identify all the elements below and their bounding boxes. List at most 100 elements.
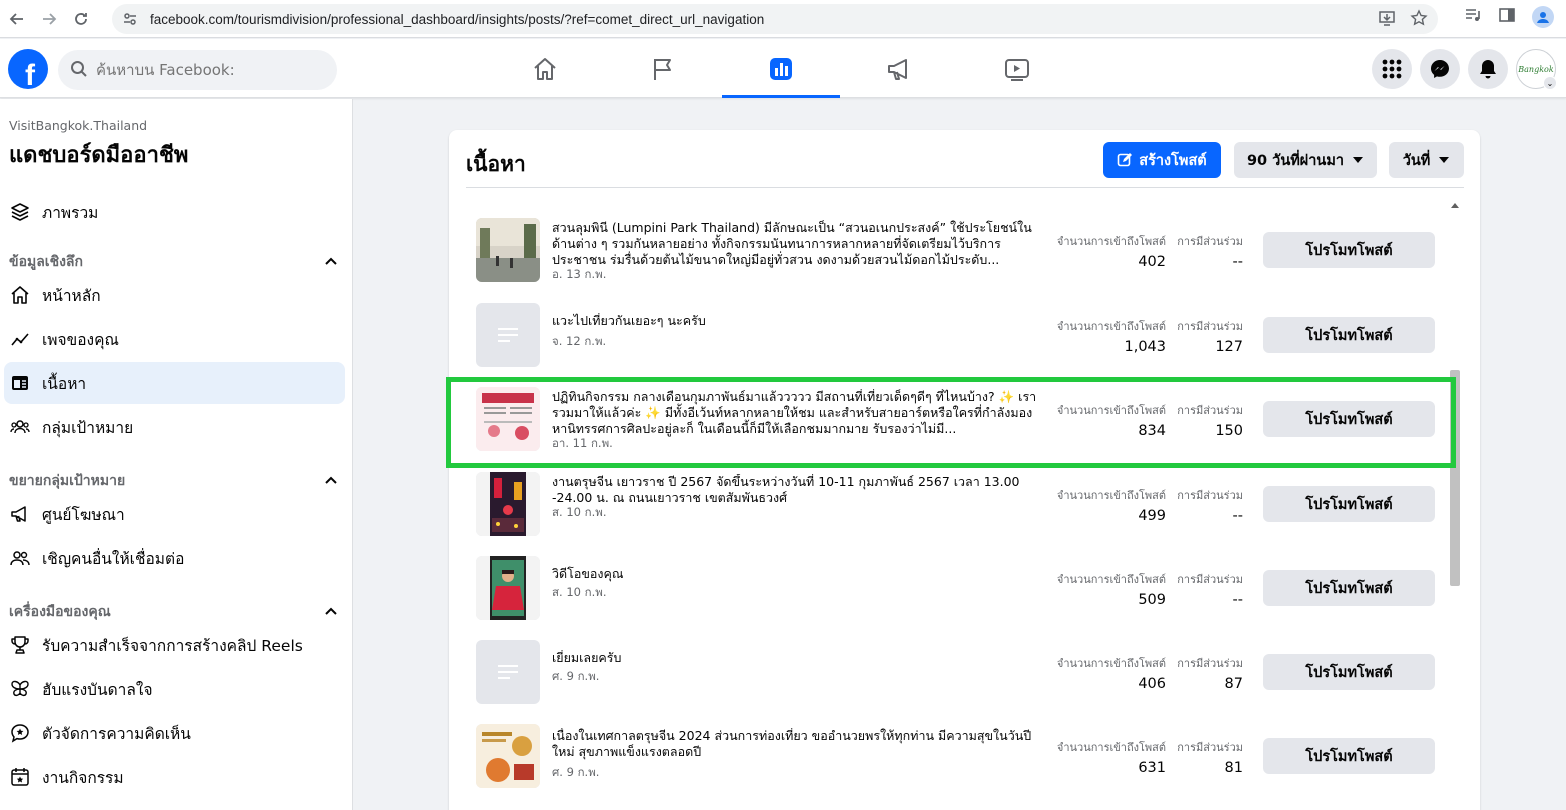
promote-post-button[interactable]: โปรโมทโพสต์ [1263,486,1435,522]
post-row[interactable]: วิดีโอของคุณ ส. 10 ก.พ. จำนวนการเข้าถึงโ… [476,552,1436,624]
sidebar-item-label: เชิญคนอื่นให้เชื่อมต่อ [42,549,185,568]
forward-icon[interactable] [34,4,64,34]
search-input[interactable] [96,61,316,79]
content-card: เนื้อหา สร้างโพสต์ 90 วันที่ผ่านมา วันที… [449,130,1480,810]
browser-profile-icon[interactable] [1532,6,1554,28]
promote-post-button[interactable]: โปรโมทโพสต์ [1263,570,1435,606]
post-thumbnail[interactable] [476,472,540,536]
reach-value: 1,043 [1124,339,1166,355]
caret-down-icon [1353,157,1364,163]
post-text[interactable]: งานตรุษจีน เยาวราช ปี 2567 จัดขึ้นระหว่า… [552,474,1044,506]
content-library-icon [8,371,32,395]
post-thumbnail[interactable] [476,218,540,282]
chevron-up-icon[interactable] [323,473,339,489]
sidebar-item-comment-manager[interactable]: ตัวจัดการความคิดเห็น [4,712,345,754]
facebook-search[interactable] [58,50,337,90]
promote-post-button[interactable]: โปรโมทโพสต์ [1263,654,1435,690]
chevron-up-icon[interactable] [323,604,339,620]
post-text[interactable]: ปฏิทินกิจกรรม กลางเดือนกุมภาพันธ์มาแล้วว… [552,389,1044,437]
facebook-logo-icon[interactable]: f [8,49,48,89]
post-text[interactable]: วิดีโอของคุณ [552,566,1044,582]
date-range-dropdown[interactable]: 90 วันที่ผ่านมา [1234,142,1377,178]
sidebar-item-inspiration-hub[interactable]: ฮับแรงบันดาลใจ [4,668,345,710]
post-text[interactable]: แวะไปเที่ยวกันเยอะๆ นะครับ [552,313,1044,329]
promote-post-button[interactable]: โปรโมทโพสต์ [1263,401,1435,437]
post-row[interactable]: เนื่องในเทศกาลตรุษจีน 2024 ส่วนการท่องเท… [476,720,1436,792]
reach-label: จำนวนการเข้าถึงโพสต์ [1056,320,1166,333]
promote-post-button[interactable]: โปรโมทโพสต์ [1263,317,1435,353]
url-text[interactable]: facebook.com/tourismdivision/professiona… [150,12,764,27]
layers-icon [8,200,32,224]
engagement-value: 127 [1215,339,1243,355]
post-text[interactable]: เนื่องในเทศกาลตรุษจีน 2024 ส่วนการท่องเท… [552,728,1044,760]
engagement-label: การมีส่วนร่วม [1177,320,1243,333]
nav-ads[interactable] [840,39,958,98]
post-row[interactable]: แวะไปเที่ยวกันเยอะๆ นะครับ จ. 12 ก.พ. จำ… [476,299,1436,371]
sidebar-item-content[interactable]: เนื้อหา [4,362,345,404]
text-post-icon [498,665,518,679]
nav-video[interactable] [958,39,1076,98]
nav-insights[interactable] [722,39,840,98]
notifications-button[interactable] [1468,49,1508,89]
nav-pages[interactable] [604,39,722,98]
create-post-label: สร้างโพสต์ [1139,152,1207,169]
scroll-up-arrow-icon[interactable] [1451,203,1459,208]
chevron-up-icon[interactable] [323,254,339,270]
sidebar-item-label: ภาพรวม [42,203,99,222]
reach-metric: จำนวนการเข้าถึงโพสต์ 402 [1056,232,1166,270]
date-range-label: 90 วันที่ผ่านมา [1246,152,1345,169]
post-thumbnail[interactable] [476,387,540,451]
side-panel-icon[interactable] [1498,6,1516,28]
invite-people-icon [8,546,32,570]
sidebar-item-your-page[interactable]: เพจของคุณ [4,318,345,360]
post-thumbnail[interactable] [476,640,540,704]
install-app-icon[interactable] [1378,9,1396,31]
chart-icon [770,57,792,80]
post-row[interactable]: ปฏิทินกิจกรรม กลางเดือนกุมภาพันธ์มาแล้วว… [476,383,1436,455]
menu-button[interactable] [1372,49,1412,89]
site-settings-icon[interactable] [120,9,140,29]
scrollbar-thumb[interactable] [1450,370,1460,586]
post-text[interactable]: เยี่ยมเลยครับ [552,650,1044,666]
page-avatar[interactable]: Bangkok ⌄ [1516,49,1557,90]
reload-icon[interactable] [66,4,96,34]
sidebar-item-invite[interactable]: เชิญคนอื่นให้เชื่อมต่อ [4,537,345,579]
reach-label: จำนวนการเข้าถึงโพสต์ [1056,741,1166,754]
address-bar[interactable]: facebook.com/tourismdivision/professiona… [112,4,1438,34]
sidebar-item-overview[interactable]: ภาพรวม [4,191,345,233]
bookmark-star-icon[interactable] [1410,9,1428,31]
engagement-value: 87 [1224,676,1243,692]
post-date: ศ. 9 ก.พ. [552,669,600,683]
nav-home[interactable] [486,39,604,98]
promote-post-button[interactable]: โปรโมทโพสต์ [1263,232,1435,268]
post-date: อา. 11 ก.พ. [552,436,613,450]
sidebar-item-home[interactable]: หน้าหลัก [4,274,345,316]
media-control-icon[interactable] [1464,6,1482,28]
post-thumbnail[interactable] [476,556,540,620]
section-insights[interactable]: ข้อมูลเชิงลึก [9,251,339,273]
edit-icon [1117,153,1133,167]
post-thumbnail[interactable] [476,724,540,788]
messenger-button[interactable] [1420,49,1460,89]
reach-metric: จำนวนการเข้าถึงโพสต์ 631 [1056,738,1166,776]
section-grow-audience[interactable]: ขยายกลุ่มเป้าหมาย [9,470,339,492]
sort-label: วันที่ [1402,152,1431,169]
post-text[interactable]: สวนลุมพินี (Lumpini Park Thailand) มีลัก… [552,220,1044,268]
scrollbar[interactable] [1448,200,1462,810]
sidebar-item-ad-center[interactable]: ศูนย์โฆษณา [4,493,345,535]
sidebar-item-reels-success[interactable]: รับความสำเร็จจากการสร้างคลิป Reels [4,624,345,666]
post-row[interactable]: เยี่ยมเลยครับ ศ. 9 ก.พ. จำนวนการเข้าถึงโ… [476,636,1436,708]
post-row[interactable]: งานตรุษจีน เยาวราช ปี 2567 จัดขึ้นระหว่า… [476,468,1436,540]
post-thumbnail[interactable] [476,303,540,367]
create-post-button[interactable]: สร้างโพสต์ [1103,142,1221,178]
back-icon[interactable] [2,4,32,34]
sidebar-item-audience[interactable]: กลุ่มเป้าหมาย [4,406,345,448]
reach-label: จำนวนการเข้าถึงโพสต์ [1056,235,1166,248]
sidebar-item-events[interactable]: งานกิจกรรม [4,756,345,798]
promote-post-button[interactable]: โปรโมทโพสต์ [1263,738,1435,774]
section-your-tools[interactable]: เครื่องมือของคุณ [9,601,339,623]
sort-dropdown[interactable]: วันที่ [1389,142,1464,178]
reach-metric: จำนวนการเข้าถึงโพสต์ 834 [1056,401,1166,439]
post-row[interactable]: สวนลุมพินี (Lumpini Park Thailand) มีลัก… [476,214,1436,286]
sidebar: VisitBangkok.Thailand แดชบอร์ดมืออาชีพ ภ… [0,99,353,810]
